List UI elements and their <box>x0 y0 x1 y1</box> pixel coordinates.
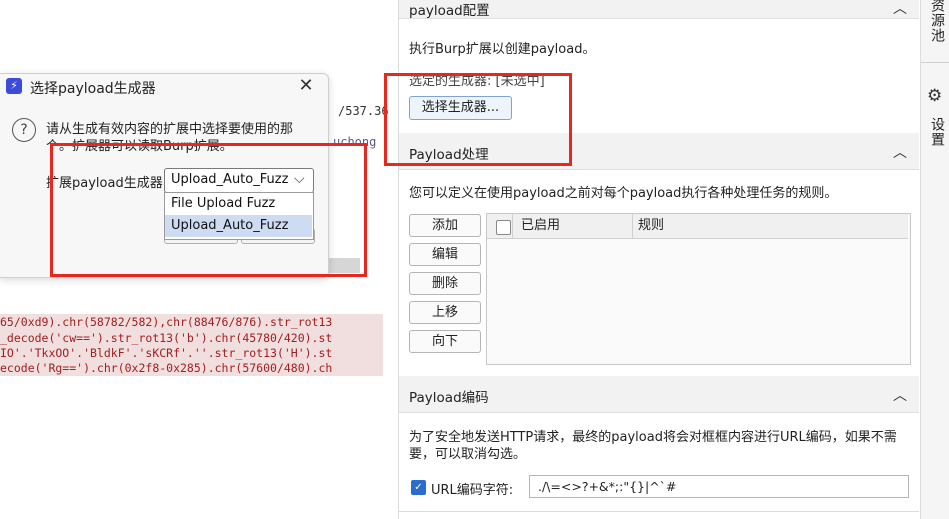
section-title: Payload编码 <box>409 390 489 406</box>
select-all-checkbox[interactable] <box>496 220 511 235</box>
close-icon[interactable]: ✕ <box>297 76 315 96</box>
chevron-up-icon[interactable]: ︿ <box>893 385 907 405</box>
column-enabled[interactable]: 已启用 <box>521 214 560 238</box>
settings-tab[interactable]: 设置 <box>927 117 947 147</box>
move-up-button[interactable]: 上移 <box>409 301 481 324</box>
chevron-up-icon[interactable]: ︿ <box>893 0 907 18</box>
code-line: ecode('Rg==').chr(0x2f8-0x285).chr(57600… <box>0 361 333 375</box>
code-fragment: /537.36 <box>338 104 389 118</box>
chevron-up-icon[interactable]: ︿ <box>893 142 907 162</box>
annotation-box-dialog <box>50 143 367 277</box>
edit-rule-button[interactable]: 编辑 <box>409 243 481 266</box>
gear-icon[interactable]: ⚙ <box>927 86 942 106</box>
section-title: payload配置 <box>409 3 490 19</box>
column-divider <box>632 214 633 238</box>
question-icon: ? <box>12 118 36 142</box>
annotation-box-select-generator <box>384 73 572 166</box>
section-divider <box>399 511 919 512</box>
column-divider <box>512 214 513 238</box>
payload-processing-desc: 您可以定义在使用payload之前对每个payload执行各种处理任务的规则。 <box>409 186 838 201</box>
column-rule[interactable]: 规则 <box>638 214 664 238</box>
payload-config-desc: 执行Burp扩展以创建payload。 <box>409 42 596 57</box>
code-line: 65/0xd9).chr(58782/582),chr(88476/876).s… <box>0 315 333 329</box>
move-down-button[interactable]: 向下 <box>409 330 481 353</box>
url-encode-chars-value: ./\=<>?+&*;:"{}|^`# <box>538 479 677 494</box>
url-encode-label: URL编码字符: <box>431 483 514 498</box>
remove-rule-button[interactable]: 删除 <box>409 272 481 295</box>
dialog-title: 选择payload生成器 <box>30 81 156 97</box>
payload-encoding-desc-line2: 要，可以取消勾选。 <box>409 447 527 462</box>
resource-pool-tab[interactable]: 资源池 <box>927 0 947 43</box>
sidebar-divider <box>921 62 949 63</box>
burp-lightning-icon: ⚡ <box>6 78 22 94</box>
add-rule-button[interactable]: 添加 <box>409 214 481 237</box>
right-sidebar <box>920 0 949 519</box>
url-encode-checkbox[interactable]: ✓ <box>411 480 426 495</box>
